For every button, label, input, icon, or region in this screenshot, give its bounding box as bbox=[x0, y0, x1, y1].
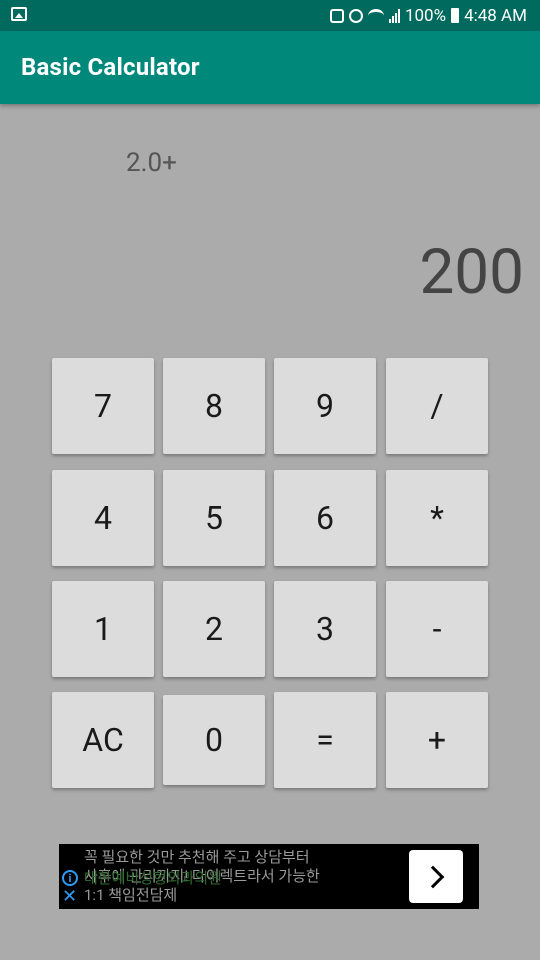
notification-icon bbox=[329, 8, 344, 23]
key-divide[interactable]: / bbox=[386, 358, 488, 454]
info-icon[interactable]: i bbox=[62, 870, 78, 886]
ad-banner[interactable]: 꼭 필요한 것만 추천해 주고 상담부터 사후에 관리까지! 다이렉트라서 가능… bbox=[59, 844, 479, 909]
signal-icon bbox=[388, 8, 400, 23]
key-2[interactable]: 2 bbox=[163, 581, 265, 677]
key-multiply[interactable]: * bbox=[386, 470, 488, 566]
key-0[interactable]: 0 bbox=[163, 695, 265, 785]
clock: 4:48 AM bbox=[464, 5, 527, 26]
status-icons: 100% 4:48 AM bbox=[329, 0, 527, 31]
wifi-icon bbox=[367, 8, 384, 23]
ad-line-3: 1:1 책임전담제 bbox=[84, 886, 178, 904]
app-title: Basic Calculator bbox=[21, 53, 200, 81]
key-4[interactable]: 4 bbox=[52, 470, 154, 566]
key-all-clear[interactable]: AC bbox=[52, 692, 154, 788]
battery-icon bbox=[451, 8, 460, 23]
key-6[interactable]: 6 bbox=[274, 470, 376, 566]
ad-line-1: 꼭 필요한 것만 추천해 주고 상담부터 bbox=[84, 848, 310, 866]
ad-advertiser-name: 대한예비성형외과의원 bbox=[84, 869, 223, 887]
chevron-right-icon[interactable] bbox=[409, 850, 463, 903]
alarm-icon bbox=[348, 8, 363, 23]
key-5[interactable]: 5 bbox=[163, 470, 265, 566]
status-bar: 100% 4:48 AM bbox=[0, 0, 540, 31]
key-equals[interactable]: = bbox=[274, 692, 376, 788]
key-subtract[interactable]: - bbox=[386, 581, 488, 677]
result-display: 200 bbox=[419, 236, 524, 309]
key-7[interactable]: 7 bbox=[52, 358, 154, 454]
expression-display: 2.0+ bbox=[126, 148, 177, 178]
gallery-icon bbox=[11, 7, 27, 21]
key-1[interactable]: 1 bbox=[52, 581, 154, 677]
key-add[interactable]: + bbox=[386, 692, 488, 788]
key-3[interactable]: 3 bbox=[274, 581, 376, 677]
key-8[interactable]: 8 bbox=[163, 358, 265, 454]
app-bar: Basic Calculator bbox=[0, 31, 540, 104]
key-9[interactable]: 9 bbox=[274, 358, 376, 454]
close-icon[interactable]: ✕ bbox=[62, 888, 77, 906]
battery-percent: 100% bbox=[404, 5, 447, 26]
